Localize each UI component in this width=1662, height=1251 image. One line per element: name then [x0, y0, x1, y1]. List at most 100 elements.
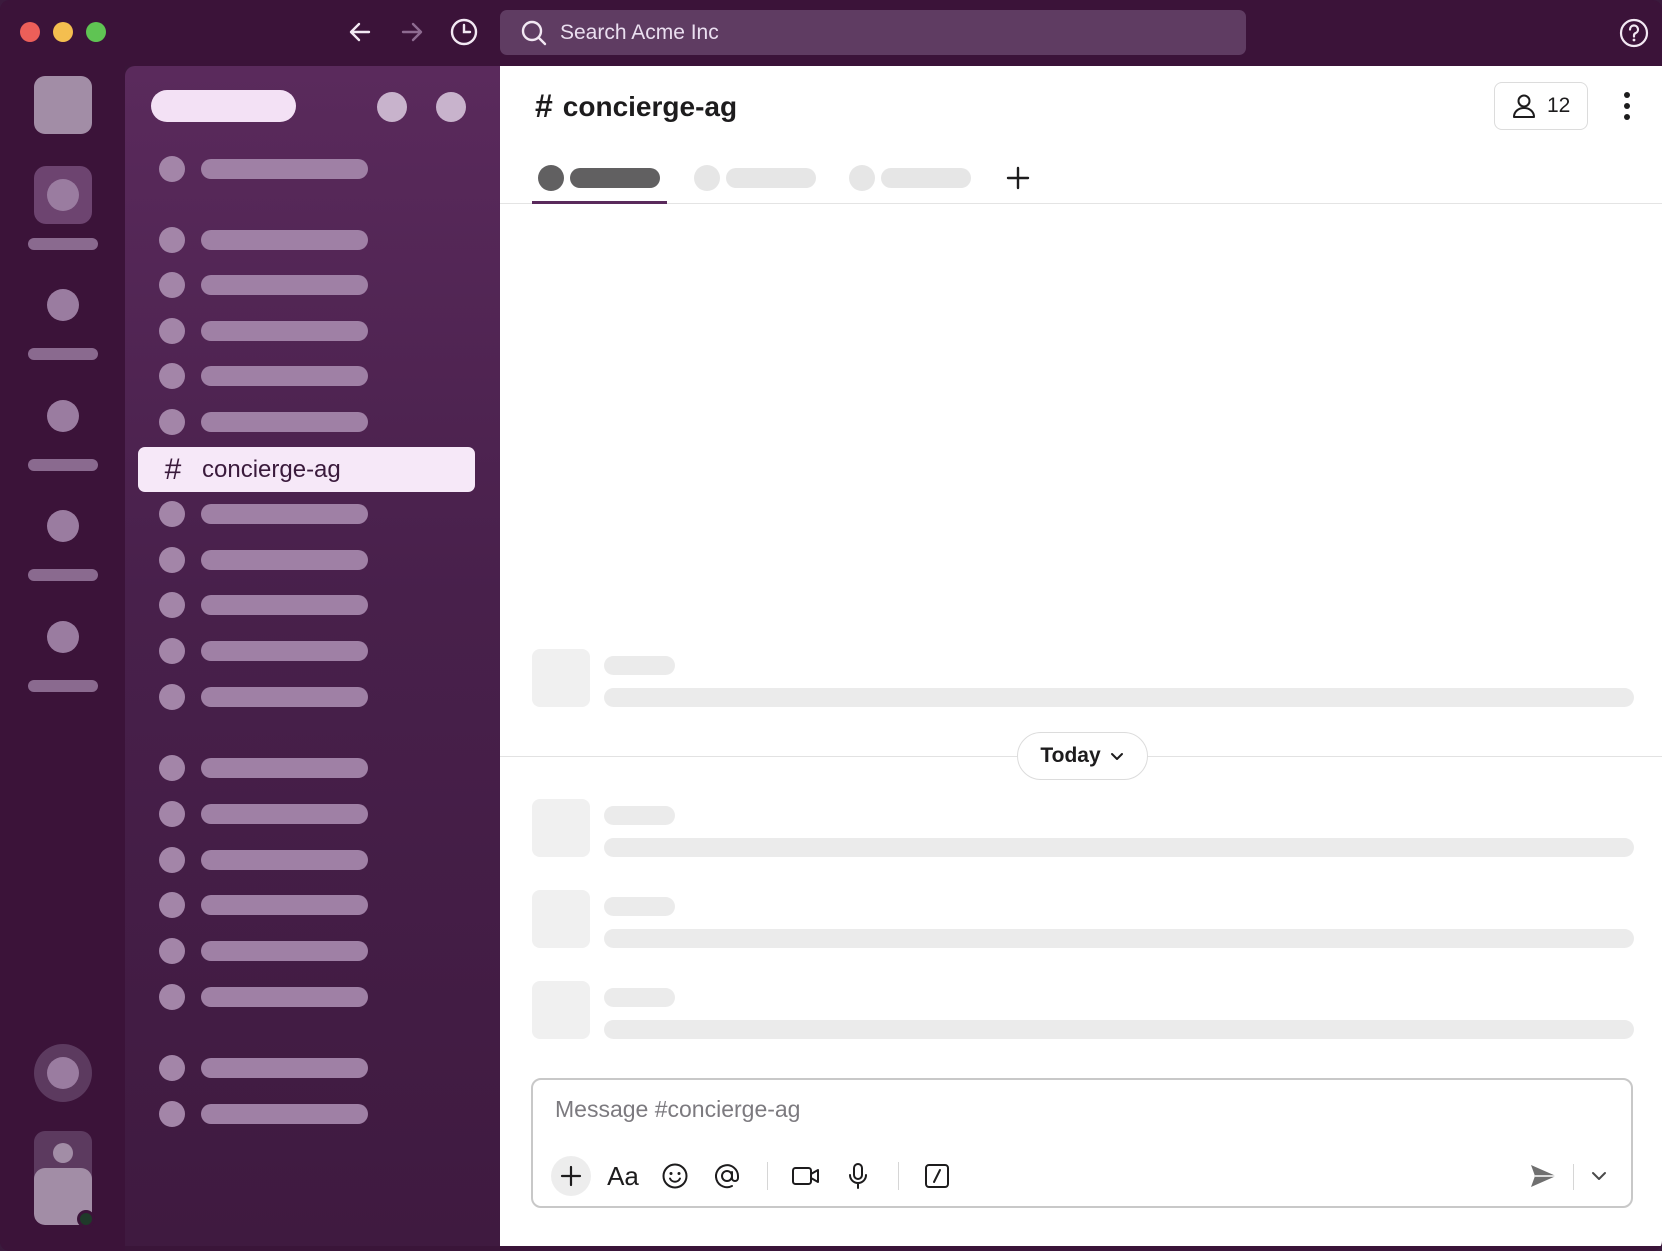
send-button[interactable]	[1523, 1156, 1563, 1196]
tab-2[interactable]	[694, 152, 816, 204]
chevron-down-icon	[1592, 1172, 1606, 1180]
send-options-button[interactable]	[1583, 1160, 1615, 1192]
date-divider-label: Today	[1040, 744, 1101, 767]
channel-hash-icon: #	[535, 88, 553, 124]
composer-toolbar: Aa	[551, 1156, 969, 1196]
sidebar-item[interactable]	[159, 500, 374, 528]
sidebar-item[interactable]	[159, 317, 374, 345]
member-count: 12	[1547, 94, 1571, 117]
rail-item-label	[28, 569, 98, 581]
compose-icon[interactable]	[436, 92, 466, 122]
sidebar-item-label: concierge-ag	[202, 455, 341, 483]
mention-icon	[715, 1164, 739, 1189]
message-placeholder	[532, 890, 1634, 950]
rail-item-label	[28, 680, 98, 692]
more-vertical-icon[interactable]	[1612, 86, 1642, 126]
sidebar-item[interactable]	[159, 155, 374, 183]
window-minimize-button[interactable]	[53, 22, 73, 42]
message-placeholder	[532, 649, 1634, 709]
sidebar-item[interactable]	[159, 846, 374, 874]
channel-hash-icon: #	[164, 452, 182, 486]
slash-command-button[interactable]	[917, 1156, 957, 1196]
rail-item-label	[28, 348, 98, 360]
channel-header: # concierge-ag 12	[500, 66, 1662, 204]
rail-item-dms[interactable]	[28, 276, 98, 372]
message-placeholder	[532, 799, 1634, 859]
create-icon	[47, 1057, 79, 1089]
sidebar-item[interactable]	[159, 983, 374, 1011]
slash-command-icon	[925, 1164, 949, 1188]
sidebar-item[interactable]	[159, 1100, 374, 1128]
window-maximize-button[interactable]	[86, 22, 106, 42]
sidebar-item[interactable]	[159, 1054, 374, 1082]
send-icon	[1531, 1165, 1556, 1187]
activity-icon	[47, 400, 79, 432]
help-icon	[1619, 18, 1649, 48]
microphone-icon	[849, 1163, 867, 1189]
emoji-button[interactable]	[655, 1156, 695, 1196]
history-icon	[450, 18, 478, 46]
channel-name: concierge-ag	[562, 90, 738, 122]
sidebar-item[interactable]	[159, 591, 374, 619]
sidebar-item[interactable]	[159, 546, 374, 574]
create-button[interactable]	[34, 1044, 92, 1102]
sidebar-item[interactable]	[159, 362, 374, 390]
presence-indicator	[77, 1210, 95, 1228]
window-close-button[interactable]	[20, 22, 40, 42]
sidebar-item[interactable]	[159, 637, 374, 665]
date-divider-button[interactable]: Today	[1017, 732, 1148, 780]
audio-button[interactable]	[838, 1156, 878, 1196]
sidebar-item[interactable]	[159, 800, 374, 828]
format-icon: Aa	[607, 1160, 639, 1191]
sidebar-item[interactable]	[159, 891, 374, 919]
sidebar-item[interactable]	[159, 937, 374, 965]
sidebar-item[interactable]	[159, 271, 374, 299]
later-icon	[47, 510, 79, 542]
workspace-name[interactable]	[151, 90, 296, 122]
sidebar-item[interactable]	[159, 408, 374, 436]
rail-item-activity[interactable]	[28, 387, 98, 483]
rail-item-label	[28, 459, 98, 471]
channel-sidebar: # concierge-ag	[125, 66, 500, 1246]
title-bar: Search Acme Inc	[0, 0, 1662, 66]
video-button[interactable]	[786, 1156, 826, 1196]
rail-item-label	[28, 238, 98, 250]
dms-icon	[47, 289, 79, 321]
add-tab-button[interactable]	[1002, 162, 1034, 194]
members-button[interactable]: 12	[1494, 82, 1588, 130]
history-button[interactable]	[447, 15, 481, 49]
tab-messages[interactable]	[532, 152, 667, 204]
sidebar-item[interactable]	[159, 683, 374, 711]
back-button[interactable]	[343, 15, 377, 49]
emoji-icon	[662, 1163, 688, 1189]
search-icon	[520, 19, 548, 47]
sidebar-item-concierge-ag[interactable]: # concierge-ag	[138, 447, 475, 492]
workspace-logo[interactable]	[34, 76, 92, 134]
forward-button[interactable]	[395, 15, 429, 49]
forward-arrow-icon	[401, 22, 423, 42]
plus-icon	[1006, 166, 1030, 190]
format-button[interactable]: Aa	[603, 1156, 643, 1196]
workspace-rail	[0, 66, 125, 1251]
message-placeholder	[532, 981, 1634, 1041]
rail-item-home[interactable]	[28, 166, 98, 262]
home-icon	[47, 179, 79, 211]
rail-item-more[interactable]	[28, 608, 98, 704]
more-icon	[47, 621, 79, 653]
chevron-down-icon	[1110, 753, 1123, 760]
filter-icon[interactable]	[377, 92, 407, 122]
help-button[interactable]	[1618, 17, 1650, 49]
message-composer[interactable]: Message #concierge-ag Aa	[531, 1078, 1633, 1208]
mention-button[interactable]	[707, 1156, 747, 1196]
plus-icon	[560, 1165, 582, 1187]
channel-title[interactable]: # concierge-ag	[535, 88, 737, 125]
message-input[interactable]: Message #concierge-ag	[555, 1096, 800, 1123]
tab-3[interactable]	[849, 152, 971, 204]
attach-button[interactable]	[551, 1156, 591, 1196]
search-bar[interactable]: Search Acme Inc	[500, 10, 1246, 55]
channel-pane: # concierge-ag 12 Today Message #concier…	[500, 66, 1662, 1246]
sidebar-item[interactable]	[159, 226, 374, 254]
video-icon	[792, 1167, 819, 1185]
rail-item-later[interactable]	[28, 497, 98, 593]
sidebar-item[interactable]	[159, 754, 374, 782]
